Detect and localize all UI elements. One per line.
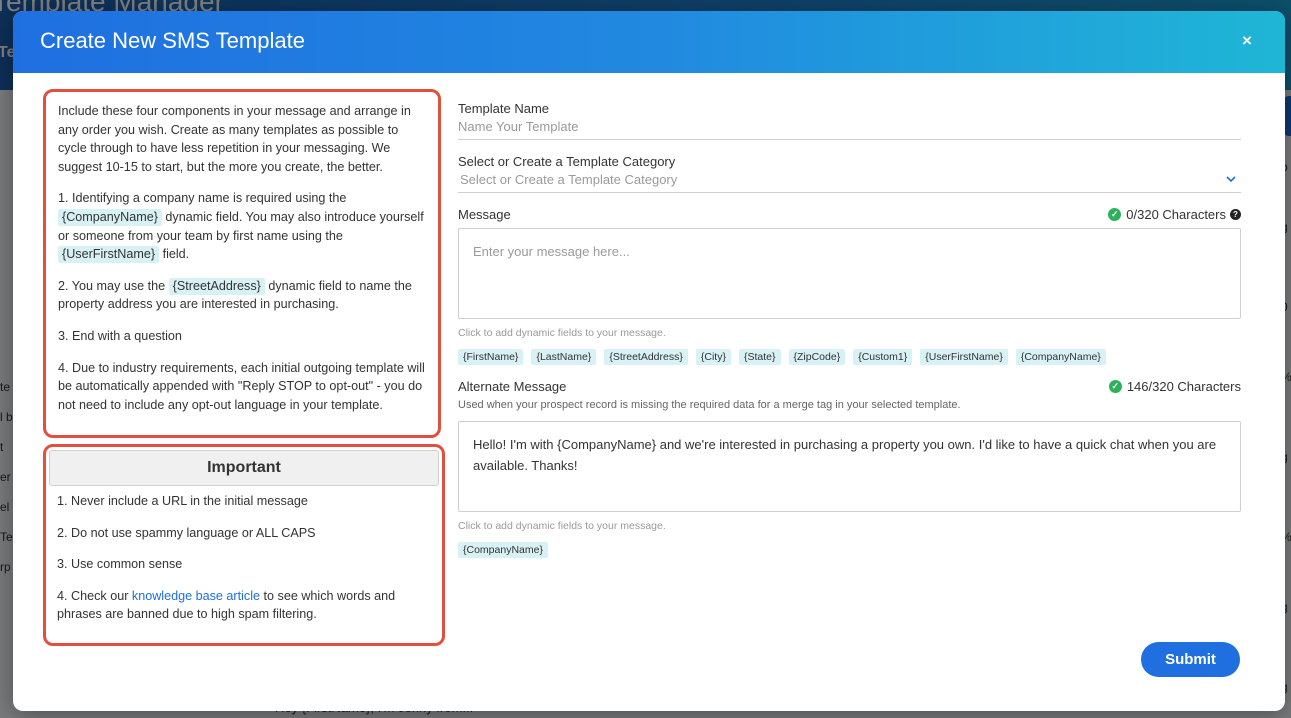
template-form: Template Name Select or Create a Templat… [458,101,1241,558]
alternate-message-textarea[interactable]: Hello! I'm with {CompanyName} and we're … [458,421,1241,512]
category-placeholder: Select or Create a Template Category [460,172,678,187]
important-item-4: 4. Check our knowledge base article to s… [57,587,439,624]
message-label: Message [458,207,511,222]
instructions-text: field. [162,247,190,262]
alternate-message-header: Alternate Message ✓ 146/320 Characters [458,379,1241,394]
instructions-item-1: 1. Identifying a company name is require… [58,189,428,264]
template-name-field [458,116,1241,140]
dynamic-field-chip[interactable]: {CompanyName} [458,542,548,558]
alternate-message-counter: ✓ 146/320 Characters [1108,379,1241,394]
message-textarea[interactable] [458,228,1241,319]
alternate-counter-text: 146/320 Characters [1126,379,1241,394]
alternate-dynamic-fields: {CompanyName} [458,542,1241,558]
help-circle-icon[interactable]: ? [1230,209,1241,220]
alternate-message-description: Used when your prospect record is missin… [458,399,961,411]
important-text: 4. Check our [57,588,129,603]
message-header: Message ✓ 0/320 Characters ? [458,207,1241,222]
dynamic-field-chip[interactable]: {StreetAddress} [604,349,688,365]
important-list: 1. Never include a URL in the initial me… [49,486,439,624]
message-counter-text: 0/320 Characters [1126,207,1226,222]
modal-header: Create New SMS Template × [13,11,1285,73]
category-label: Select or Create a Template Category [458,154,676,169]
submit-button[interactable]: Submit [1141,642,1240,677]
important-panel: Important 1. Never include a URL in the … [43,444,445,646]
template-name-input[interactable] [458,116,1241,134]
message-dynamic-hint: Click to add dynamic fields to your mess… [458,327,666,339]
dynamic-field-chip[interactable]: {ZipCode} [788,349,846,365]
important-title: Important [49,450,439,486]
important-item-3: 3. Use common sense [57,557,183,572]
dynamic-field-chip[interactable]: {LastName} [531,349,597,365]
instructions-item-4: 4. Due to industry requirements, each in… [58,360,425,412]
instructions-item-2: 2. You may use the {StreetAddress} dynam… [58,277,428,314]
close-icon[interactable]: × [1237,31,1257,51]
check-circle-icon: ✓ [1108,208,1122,221]
instructions-item-3: 3. End with a question [58,328,182,343]
instructions-intro: Include these four components in your me… [58,104,411,174]
template-name-label: Template Name [458,101,550,116]
alternate-message-label: Alternate Message [458,379,567,394]
alternate-dynamic-hint: Click to add dynamic fields to your mess… [458,520,666,532]
dynamic-field-tag: {CompanyName} [58,208,162,226]
chevron-down-icon[interactable] [1225,173,1237,185]
instructions-text: 2. You may use the [58,278,166,293]
important-item-2: 2. Do not use spammy language or ALL CAP… [57,525,316,540]
dynamic-field-chip[interactable]: {UserFirstName} [920,349,1008,365]
dynamic-field-tag: {UserFirstName} [58,246,160,264]
dynamic-field-tag: {StreetAddress} [168,277,265,295]
message-dynamic-fields: {FirstName} {LastName} {StreetAddress} {… [458,349,1241,365]
dynamic-field-chip[interactable]: {FirstName} [458,349,524,365]
important-item-1: 1. Never include a URL in the initial me… [57,494,308,508]
knowledge-base-link[interactable]: knowledge base article [132,589,260,603]
instructions-text: 1. Identifying a company name is require… [58,191,347,206]
create-sms-template-modal: Create New SMS Template × Include these … [13,11,1285,711]
instructions-panel: Include these four components in your me… [43,89,441,438]
check-circle-icon: ✓ [1108,380,1122,393]
dynamic-field-chip[interactable]: {City} [695,349,731,365]
dynamic-field-chip[interactable]: {Custom1} [853,349,913,365]
dynamic-field-chip[interactable]: {CompanyName} [1015,349,1106,365]
modal-title: Create New SMS Template [40,28,305,53]
message-counter: ✓ 0/320 Characters ? [1108,207,1241,222]
category-select[interactable]: Select or Create a Template Category [458,169,1241,193]
dynamic-field-chip[interactable]: {State} [738,349,781,365]
